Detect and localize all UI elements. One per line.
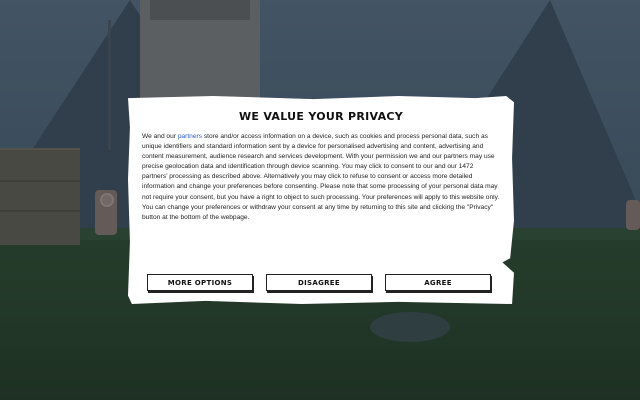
button-row: MORE OPTIONS DISAGREE AGREE	[147, 274, 495, 294]
agree-button[interactable]: AGREE	[385, 274, 491, 291]
body-text-start: We and our	[142, 133, 178, 140]
privacy-consent-dialog: WE VALUE YOUR PRIVACY We and our partner…	[128, 96, 514, 304]
partners-link[interactable]: partners	[178, 133, 202, 140]
dialog-body: We and our partners store and/or access …	[142, 132, 500, 223]
body-text-rest: store and/or access information on a dev…	[142, 133, 500, 221]
dialog-title: WE VALUE YOUR PRIVACY	[238, 110, 404, 123]
disagree-button[interactable]: DISAGREE	[266, 274, 372, 291]
more-options-button[interactable]: MORE OPTIONS	[147, 274, 253, 291]
